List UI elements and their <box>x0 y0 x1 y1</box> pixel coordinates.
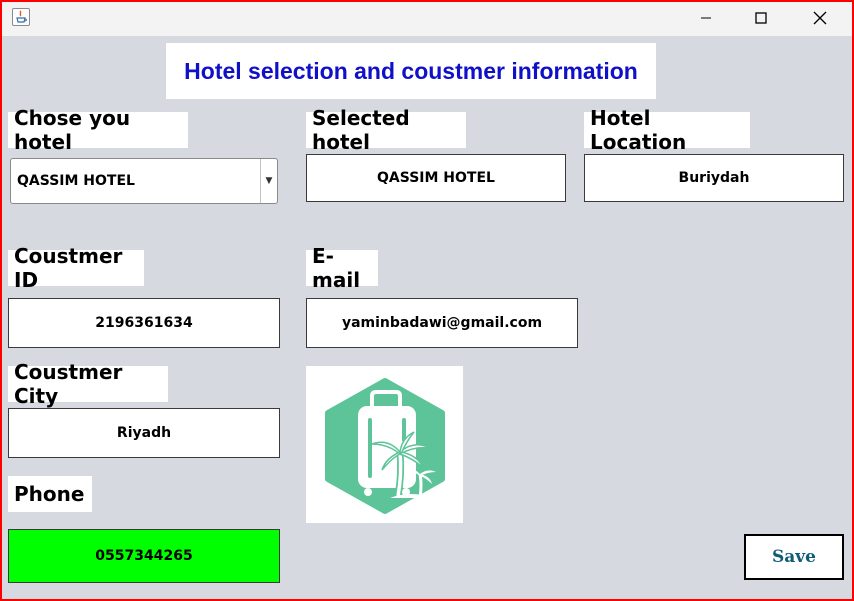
close-button[interactable] <box>797 2 843 34</box>
hotel-location-label: Hotel Location <box>584 106 750 154</box>
hotel-combobox[interactable]: QASSIM HOTEL ▼ <box>10 158 278 204</box>
chevron-down-icon[interactable]: ▼ <box>260 159 277 203</box>
phone-field[interactable]: 0557344265 <box>8 529 280 583</box>
hotel-location-field[interactable]: Buriydah <box>584 154 844 202</box>
customer-id-field[interactable]: 2196361634 <box>8 298 280 348</box>
email-field[interactable]: yaminbadawi@gmail.com <box>306 298 578 348</box>
save-button-label: Save <box>772 547 816 567</box>
selected-hotel-field[interactable]: QASSIM HOTEL <box>306 154 566 202</box>
title-bar[interactable] <box>2 2 852 36</box>
phone-label: Phone <box>8 476 92 512</box>
suitcase-palm-icon <box>325 378 445 514</box>
close-icon <box>813 11 827 25</box>
minimize-button[interactable] <box>683 2 729 34</box>
save-button[interactable]: Save <box>744 534 844 580</box>
selected-hotel-label: Selected hotel <box>306 106 466 154</box>
app-window: Hotel selection and coustmer information… <box>0 0 854 601</box>
customer-city-label: Coustmer City <box>8 360 168 408</box>
page-title: Hotel selection and coustmer information <box>184 57 638 84</box>
java-app-icon <box>12 8 30 26</box>
page-title-box: Hotel selection and coustmer information <box>166 43 656 99</box>
email-label: E-mail <box>306 244 378 292</box>
chose-hotel-label: Chose you hotel <box>8 106 188 154</box>
travel-logo <box>306 366 463 523</box>
hotel-combobox-value: QASSIM HOTEL <box>17 173 135 189</box>
maximize-button[interactable] <box>738 2 784 34</box>
customer-id-label: Coustmer ID <box>8 244 144 292</box>
minimize-icon <box>701 17 711 19</box>
maximize-icon <box>755 12 767 24</box>
customer-city-field[interactable]: Riyadh <box>8 408 280 458</box>
